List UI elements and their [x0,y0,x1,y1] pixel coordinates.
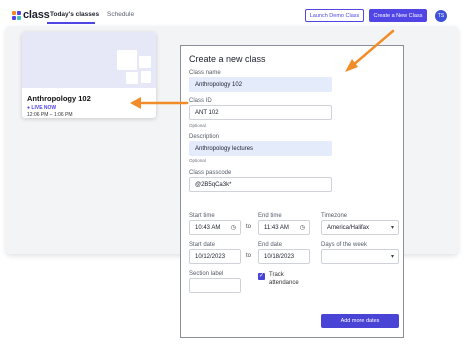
arrow-to-card [130,97,189,109]
arrow-to-dialog [345,29,395,72]
annotation-arrows [130,29,395,109]
